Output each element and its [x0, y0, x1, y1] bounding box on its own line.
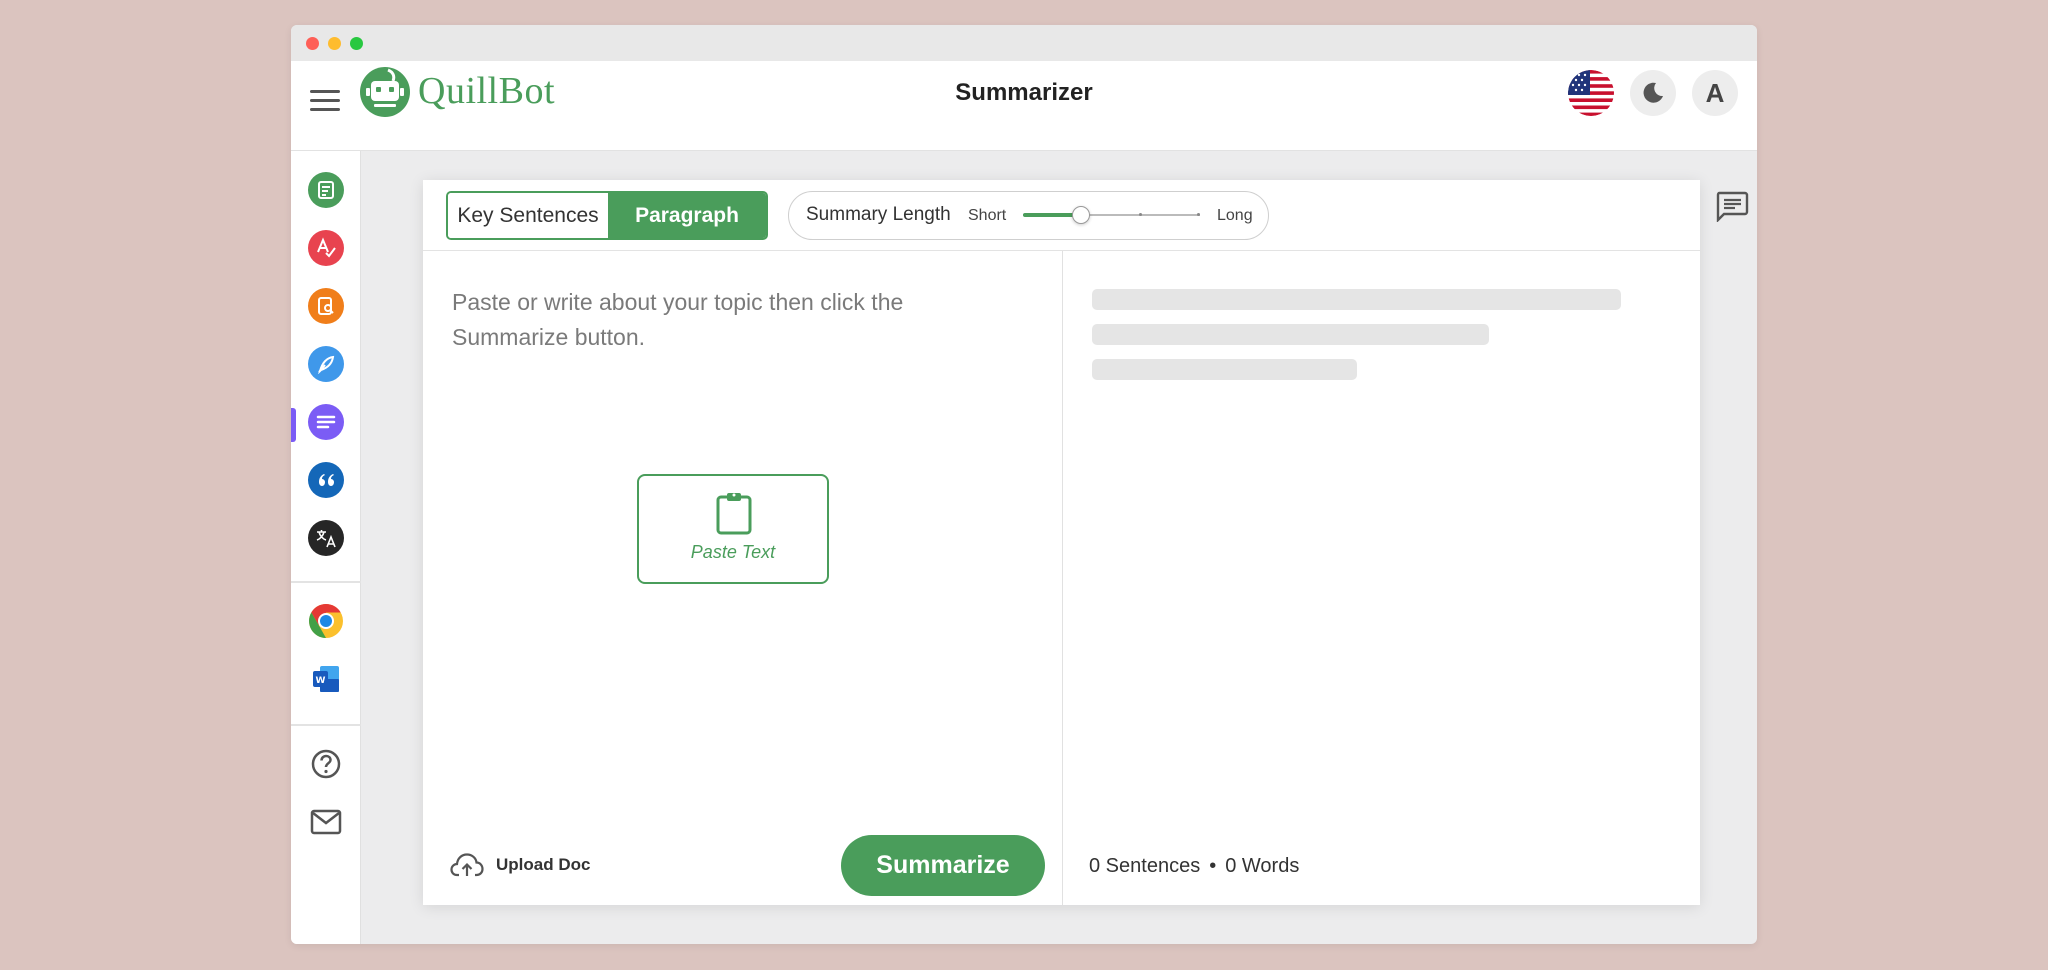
window-close-button[interactable]	[306, 37, 319, 50]
sidebar-item-co-writer[interactable]	[308, 346, 344, 382]
sidebar-item-chrome-extension[interactable]	[308, 603, 344, 639]
sidebar-item-summarizer[interactable]	[308, 404, 344, 440]
sidebar-item-translator[interactable]	[308, 520, 344, 556]
user-avatar[interactable]: A	[1692, 70, 1738, 116]
sidebar: W	[291, 151, 361, 944]
sentence-count: 0 Sentences	[1089, 855, 1201, 877]
window-minimize-button[interactable]	[328, 37, 341, 50]
summary-length-label: Summary Length	[806, 204, 951, 225]
svg-text:W: W	[316, 676, 326, 686]
quote-icon	[319, 474, 334, 486]
help-icon	[311, 749, 341, 779]
moon-icon	[1643, 82, 1663, 103]
app-header: QuillBot Summarizer A	[291, 61, 1757, 151]
length-slider-step	[1139, 213, 1142, 216]
output-skeleton-line	[1092, 324, 1489, 345]
input-placeholder[interactable]: Paste or write about your topic then cli…	[452, 285, 992, 355]
word-icon: W	[313, 666, 339, 692]
output-skeleton-line	[1092, 359, 1357, 380]
window-titlebar	[291, 25, 1757, 61]
mail-icon	[310, 809, 342, 835]
word-count: 0 Words	[1225, 855, 1300, 877]
length-slider-step	[1197, 213, 1200, 216]
translate-icon	[316, 530, 336, 548]
page-title: Summarizer	[955, 79, 1093, 106]
output-skeleton-line	[1092, 289, 1621, 310]
mode-paragraph[interactable]: Paragraph	[608, 193, 766, 238]
pen-icon	[318, 355, 335, 374]
output-stats: 0 Sentences • 0 Words	[1089, 855, 1299, 878]
short-label: Short	[968, 207, 1007, 224]
upload-doc-label: Upload Doc	[496, 855, 591, 874]
sidebar-item-word-addin[interactable]: W	[308, 661, 344, 697]
length-slider-thumb[interactable]	[1072, 206, 1091, 224]
mode-selector: Key Sentences Paragraph	[446, 191, 768, 240]
us-flag-icon[interactable]	[1568, 70, 1614, 116]
sidebar-divider	[291, 581, 361, 583]
summarizer-icon	[316, 415, 336, 429]
summarize-button[interactable]: Summarize	[841, 835, 1045, 896]
sidebar-active-indicator	[291, 408, 296, 442]
stats-separator: •	[1209, 855, 1217, 877]
grammar-check-icon	[317, 237, 336, 258]
paraphraser-icon	[318, 181, 334, 199]
clipboard-icon	[716, 493, 752, 535]
feedback-icon[interactable]	[1715, 190, 1749, 222]
mode-key-sentences[interactable]: Key Sentences	[448, 193, 608, 238]
sidebar-divider	[291, 724, 361, 726]
summary-length-control: Summary Length Short Long	[788, 191, 1269, 240]
paste-text-label: Paste Text	[690, 542, 776, 562]
sidebar-item-paraphraser[interactable]	[308, 172, 344, 208]
app-window: QuillBot Summarizer A W Key Sentences Pa…	[291, 25, 1757, 944]
window-zoom-button[interactable]	[350, 37, 363, 50]
long-label: Long	[1217, 207, 1253, 224]
sidebar-item-plagiarism-checker[interactable]	[308, 288, 344, 324]
cloud-upload-icon	[450, 853, 484, 877]
summarizer-toolbar: Key Sentences Paragraph Summary Length S…	[423, 180, 1700, 251]
dark-mode-button[interactable]	[1630, 70, 1676, 116]
upload-doc-button[interactable]: Upload Doc	[450, 850, 590, 880]
contact-button[interactable]	[308, 804, 344, 840]
help-button[interactable]	[308, 746, 344, 782]
panel-divider	[1062, 251, 1063, 905]
summarizer-panel: Key Sentences Paragraph Summary Length S…	[423, 180, 1700, 905]
chrome-icon	[309, 604, 343, 638]
sidebar-item-citation-generator[interactable]	[308, 462, 344, 498]
sidebar-item-grammar-checker[interactable]	[308, 230, 344, 266]
paste-text-button[interactable]: Paste Text	[637, 474, 829, 584]
plagiarism-icon	[318, 297, 334, 315]
